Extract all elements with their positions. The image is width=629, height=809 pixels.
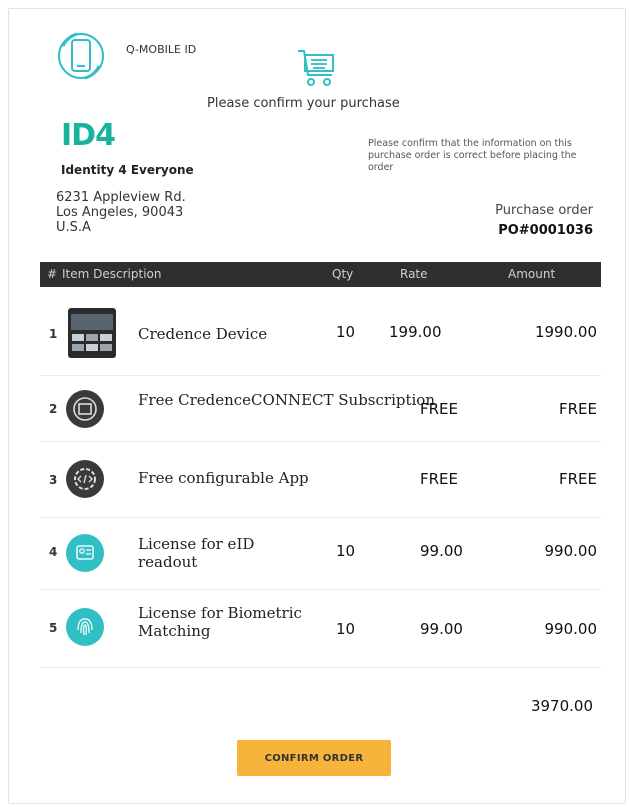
- item-description: License for eID readout: [138, 535, 255, 571]
- confirm-order-button[interactable]: CONFIRM ORDER: [237, 740, 391, 776]
- device-image: [68, 308, 116, 358]
- table-row: 3 Free configurable App FREE FREE: [40, 442, 601, 518]
- table-row: 1 Credence Device 10 199.00 1990.00: [40, 288, 601, 376]
- item-qty: 10: [336, 323, 356, 341]
- table-row: 4 License for eID readout 10 99.00 990.0…: [40, 518, 601, 590]
- company-address: 6231 Appleview Rd. Los Angeles, 90043 U.…: [56, 190, 186, 235]
- item-amount: FREE: [558, 470, 597, 488]
- row-number: 3: [49, 473, 58, 487]
- item-rate: FREE: [420, 470, 459, 488]
- item-rate: 199.00: [389, 323, 442, 341]
- item-qty: 10: [336, 542, 356, 560]
- item-rate: FREE: [420, 400, 459, 418]
- app-name: Q-MOBILE ID: [126, 43, 197, 56]
- row-number: 1: [49, 327, 58, 341]
- subscription-icon: [66, 390, 104, 428]
- item-rate: 99.00: [420, 620, 463, 638]
- item-amount: 1990.00: [534, 323, 597, 341]
- row-number: 2: [49, 402, 58, 416]
- column-header-rate: Rate: [400, 267, 428, 281]
- item-description: Credence Device: [138, 325, 268, 343]
- purchase-order-number: PO#0001036: [498, 223, 593, 238]
- item-rate: 99.00: [420, 542, 463, 560]
- row-divider: [40, 667, 601, 668]
- item-description: Free configurable App: [138, 469, 309, 487]
- order-total: 3970.00: [530, 697, 593, 715]
- column-header-number: #: [47, 267, 58, 281]
- table-header: # Item Description Qty Rate Amount: [40, 262, 601, 287]
- address-line: Los Angeles, 90043: [56, 205, 184, 220]
- confirmation-note: Please confirm that the information on t…: [368, 138, 577, 173]
- column-header-description: Item Description: [62, 267, 162, 281]
- company-tagline: Identity 4 Everyone: [61, 163, 194, 177]
- shopping-cart-icon: [298, 50, 334, 86]
- purchase-order-label: Purchase order: [495, 203, 593, 218]
- table-row: 2 Free CredenceCONNECT Subscription FREE…: [40, 376, 601, 442]
- column-header-qty: Qty: [332, 267, 354, 281]
- item-amount: 990.00: [544, 542, 598, 560]
- table-row: 5 License for Biometric Matching 10 99.0…: [40, 590, 601, 668]
- brand-logo: ID4: [61, 118, 116, 153]
- fingerprint-icon: [66, 608, 104, 646]
- mobile-id-logo-icon: [58, 32, 104, 80]
- item-description: License for Biometric Matching: [138, 604, 302, 640]
- item-qty: 10: [336, 620, 356, 638]
- address-line: 6231 Appleview Rd.: [56, 190, 186, 205]
- confirm-purchase-prompt: Please confirm your purchase: [207, 96, 400, 111]
- eid-license-icon: [66, 534, 104, 572]
- code-gear-icon: [66, 460, 104, 498]
- address-line: U.S.A: [56, 220, 91, 235]
- column-header-amount: Amount: [508, 267, 556, 281]
- item-amount: 990.00: [544, 620, 598, 638]
- item-description: Free CredenceCONNECT Subscription: [138, 391, 435, 409]
- row-number: 5: [49, 621, 58, 635]
- item-amount: FREE: [558, 400, 597, 418]
- row-number: 4: [49, 545, 58, 559]
